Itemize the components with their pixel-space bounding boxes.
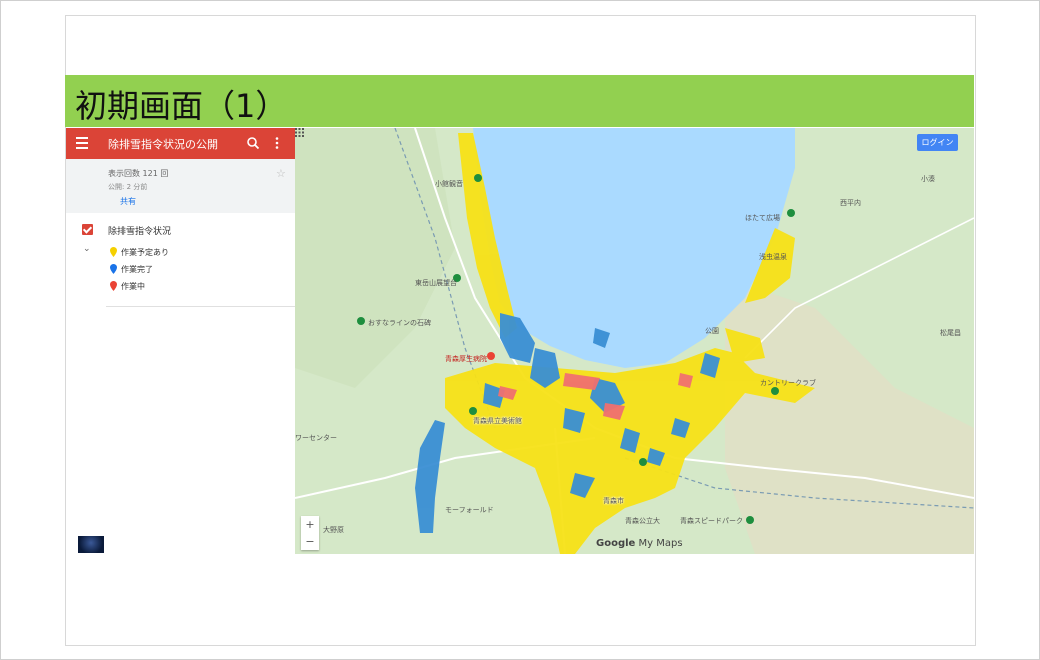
slide-title: 初期画面（1） [75, 87, 288, 125]
map-label: 青森スピードパーク [680, 517, 743, 525]
map-label: 大野原 [323, 526, 344, 534]
map-graphics [295, 128, 974, 554]
legend-label: 作業完了 [121, 264, 153, 274]
map-canvas[interactable]: 小湊 ほたて広場 浅虫温泉 小館観音 東岳山展望台 おすなラインの石碑 青森厚生… [295, 128, 974, 554]
map-label: 浅虫温泉 [759, 253, 787, 261]
legend-label: 作業中 [121, 281, 145, 291]
my-maps-text: My Maps [635, 538, 683, 549]
login-button[interactable]: ログイン [917, 134, 958, 151]
red-pin-icon [110, 281, 117, 291]
map-label: 松尾昌 [940, 329, 961, 337]
search-icon[interactable] [246, 136, 260, 150]
map-label: 青森県立美術館 [473, 417, 522, 425]
map-label: おすなラインの石碑 [368, 319, 431, 327]
legend-label: 作業予定あり [121, 247, 169, 257]
map-label: ワーセンター [295, 434, 337, 442]
map-label: 青森市 [603, 497, 624, 505]
more-vert-icon[interactable] [274, 136, 280, 150]
map-label: 小湊 [921, 175, 935, 183]
map-label: モーフォールド [445, 506, 494, 514]
apps-grid-icon[interactable] [295, 128, 304, 137]
map-sidebar: 除排雪指令状況の公開 表示回数 121 回 公開: 2 分前 共有 ☆ 除排雪指… [66, 128, 295, 554]
yellow-pin-icon [110, 247, 117, 257]
title-bar: 初期画面（1） [65, 75, 974, 127]
map-title: 除排雪指令状況の公開 [108, 138, 218, 151]
layer-title: 除排雪指令状況 [108, 227, 172, 237]
map-label: ほたて広場 [745, 214, 780, 222]
map-label: 小館観音 [435, 180, 463, 188]
legend-item-working: 作業中 [110, 279, 145, 293]
map-label: 西平内 [840, 199, 861, 207]
sidebar-header: 除排雪指令状況の公開 [66, 128, 295, 159]
star-icon[interactable]: ☆ [276, 167, 286, 180]
blue-pin-icon [110, 264, 117, 274]
layer-checkbox[interactable] [82, 224, 93, 235]
map-label: カントリークラブ [760, 379, 816, 387]
legend-item-planned: 作業予定あり [110, 245, 169, 259]
map-label: 公園 [705, 327, 719, 335]
menu-icon[interactable] [76, 137, 88, 149]
google-my-maps-watermark: Google My Maps [596, 538, 683, 549]
published-time: 公開: 2 分前 [108, 183, 148, 191]
zoom-control: + − [301, 516, 319, 550]
chevron-down-icon[interactable]: ⌄ [83, 244, 91, 254]
map-label: 青森厚生病院 [445, 355, 487, 363]
zoom-out-button[interactable]: − [301, 533, 319, 550]
earth-thumbnail[interactable] [78, 536, 104, 553]
map-label: 青森公立大 [625, 517, 660, 525]
map-label: 東岳山展望台 [415, 279, 457, 287]
divider [106, 306, 295, 307]
map-info: 表示回数 121 回 公開: 2 分前 共有 ☆ [66, 159, 295, 213]
google-logo-text: Google [596, 538, 636, 549]
legend-item-done: 作業完了 [110, 262, 153, 276]
zoom-in-button[interactable]: + [301, 516, 319, 533]
share-link[interactable]: 共有 [120, 196, 136, 207]
view-count: 表示回数 121 回 [108, 169, 169, 178]
